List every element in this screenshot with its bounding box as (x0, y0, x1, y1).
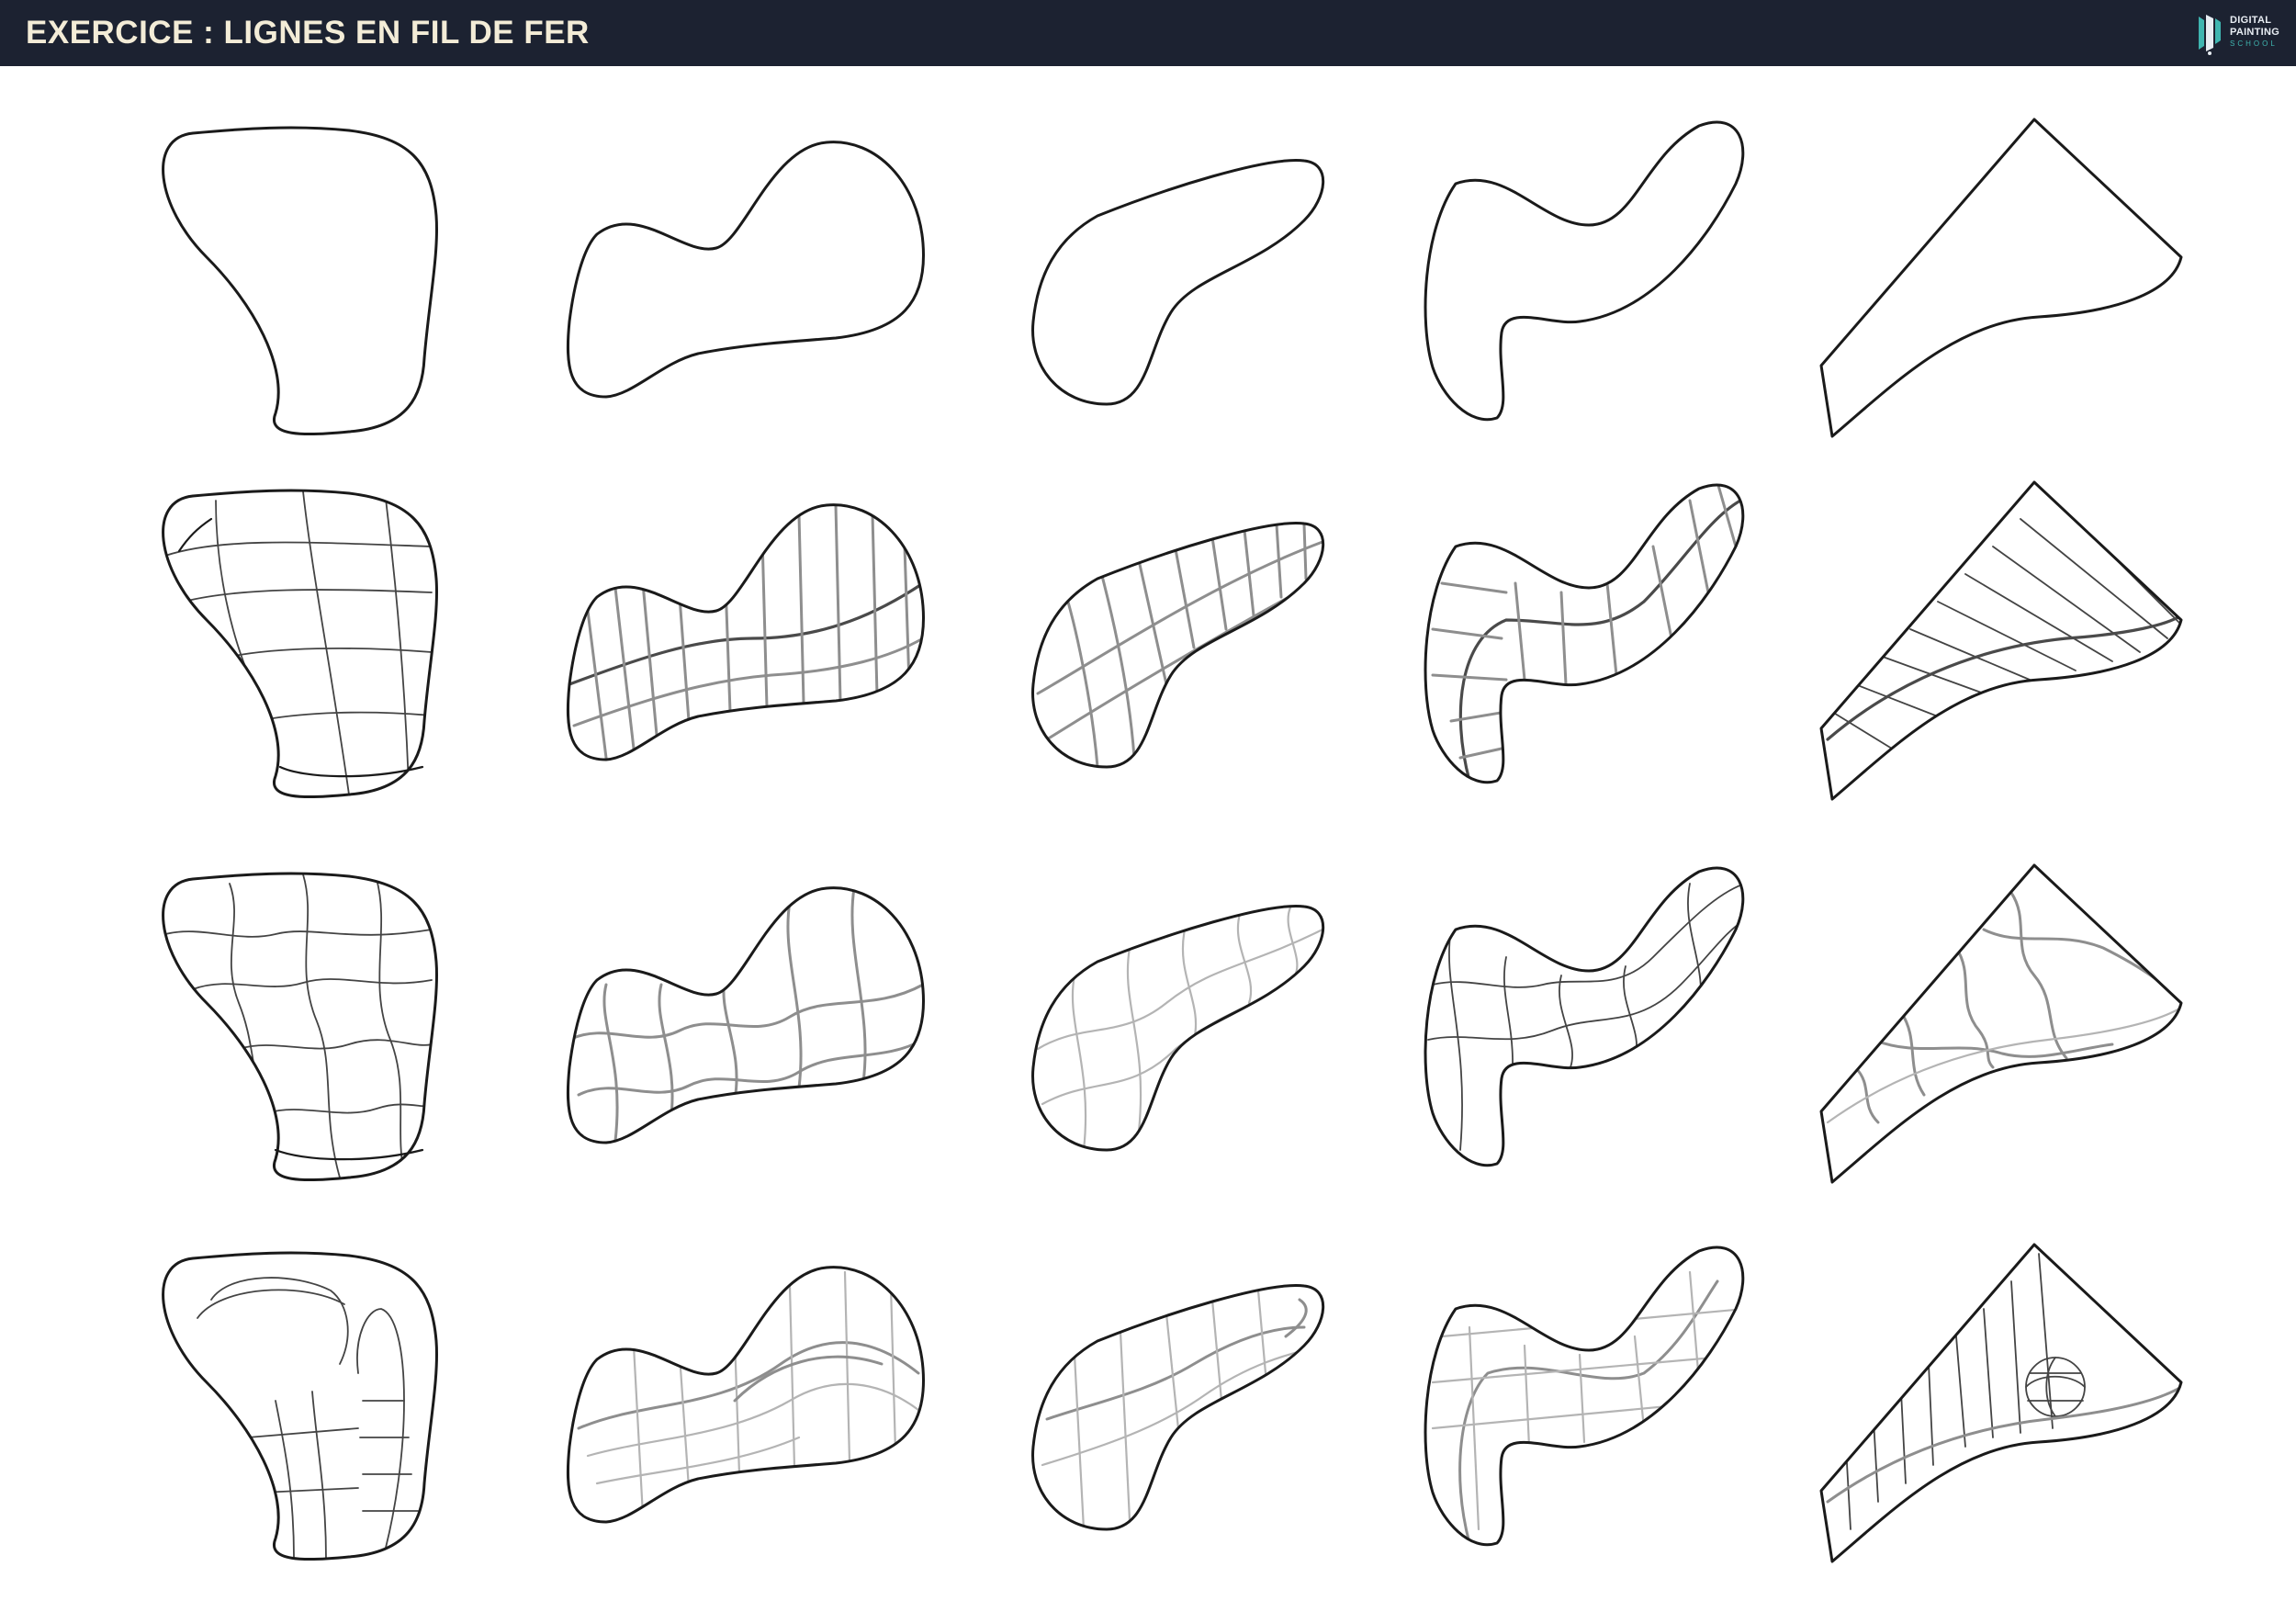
brand-line-1: DIGITAL (2230, 15, 2272, 26)
wire-hourglass-regular (566, 503, 926, 761)
wire-blob-regular (162, 489, 439, 799)
row-3-wavy-grid (162, 863, 2183, 1184)
wire-s-curve-wavy (1424, 866, 1745, 1167)
shape-s-curve-outline (1424, 120, 1745, 422)
row-4-deformed-grid (162, 1243, 2183, 1563)
wire-bean-deformed (1031, 1284, 1325, 1531)
brush-logo-icon (2199, 15, 2221, 55)
shape-bean-outline (1031, 159, 1325, 406)
shape-blob-outline (162, 126, 439, 436)
wire-s-curve-regular (1424, 483, 1745, 784)
wire-blob-wavy (162, 872, 439, 1182)
wire-triangle-deformed (1819, 1243, 2183, 1563)
wire-hourglass-deformed (566, 1266, 926, 1524)
exercise-sheet (162, 118, 2183, 1563)
wire-bean-wavy (1031, 905, 1325, 1152)
row-1-outlines (162, 118, 2183, 438)
brand-line-2: PAINTING (2230, 27, 2280, 38)
page-title: EXERCICE : LIGNES EN FIL DE FER (26, 15, 590, 51)
brand-line-3: SCHOOL (2230, 39, 2278, 48)
wire-bean-regular (1031, 522, 1325, 769)
header-bar: EXERCICE : LIGNES EN FIL DE FER DIGITAL … (0, 0, 2296, 66)
wire-triangle-wavy (1819, 863, 2183, 1184)
wire-blob-deformed (162, 1251, 439, 1561)
wire-s-curve-deformed (1424, 1245, 1745, 1547)
wire-hourglass-wavy (566, 886, 926, 1144)
shape-triangle-outline (1819, 118, 2183, 438)
row-2-regular-grid (162, 480, 2183, 801)
brand-logo: DIGITAL PAINTING SCHOOL (2193, 13, 2283, 55)
shape-hourglass-outline (566, 141, 926, 399)
wire-triangle-regular (1819, 480, 2183, 801)
